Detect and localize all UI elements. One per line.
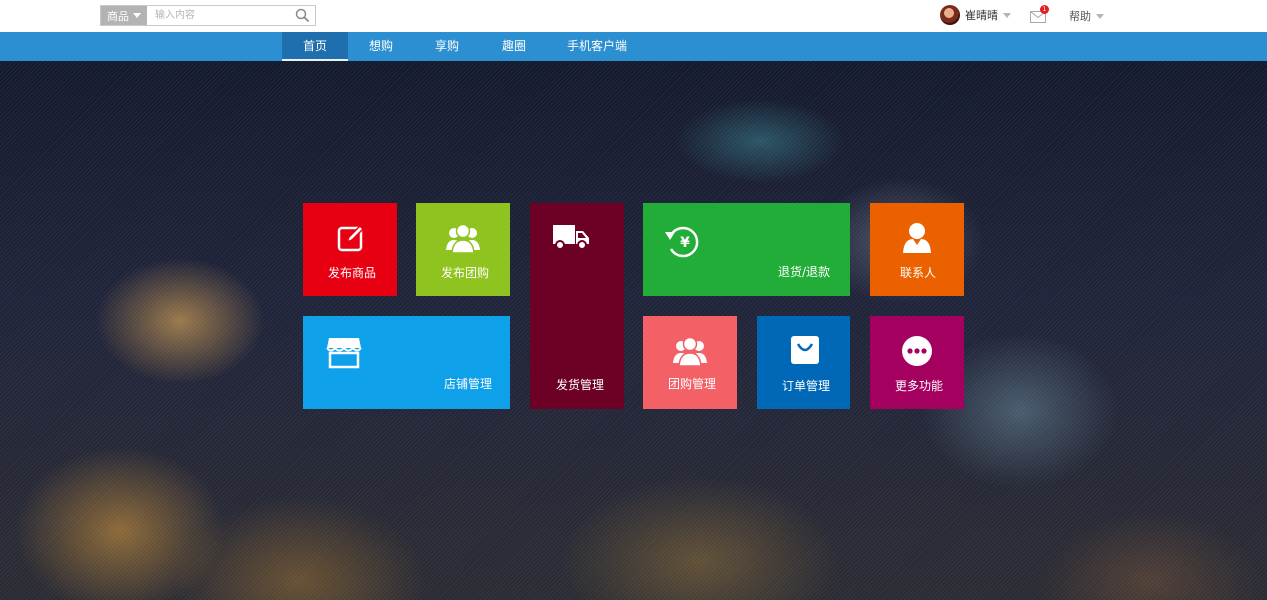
nav-item-circle[interactable]: 趣圈 [489, 32, 539, 61]
tile-label: 店铺管理 [444, 377, 493, 391]
search-icon [295, 8, 309, 23]
mail-button[interactable]: 1 [1030, 5, 1049, 23]
tile-label: 联系人 [900, 266, 937, 280]
top-bar: 商品 崔晴晴 1 帮助 [0, 0, 1267, 32]
user-name: 崔晴晴 [965, 9, 998, 22]
tile-label: 发货管理 [556, 378, 605, 392]
chevron-down-icon [133, 13, 141, 18]
chevron-down-icon [1096, 13, 1104, 19]
background-image [0, 61, 1267, 600]
help-menu[interactable]: 帮助 [1069, 8, 1104, 24]
tile-return-refund[interactable]: ¥ 退货/退款 [643, 203, 850, 296]
edit-icon [337, 224, 365, 252]
tile-label: 团购管理 [668, 377, 717, 391]
tile-label: 发布商品 [328, 266, 377, 280]
more-icon [902, 336, 932, 366]
nav-item-mobile[interactable]: 手机客户端 [562, 32, 632, 61]
nav-item-wish[interactable]: 想购 [356, 32, 406, 61]
avatar [940, 5, 960, 25]
group-icon [446, 223, 480, 254]
tile-more-functions[interactable]: 更多功能 [870, 316, 964, 409]
tile-publish-product[interactable]: 发布商品 [303, 203, 397, 296]
contact-icon [903, 223, 931, 253]
search-button[interactable] [289, 6, 315, 25]
tile-publish-groupbuy[interactable]: 发布团购 [416, 203, 510, 296]
store-icon [326, 338, 362, 369]
tile-label: 订单管理 [782, 379, 831, 393]
notification-badge: 1 [1040, 5, 1049, 14]
main-nav: 首页 想购 享购 趣圈 手机客户端 [0, 32, 1267, 61]
svg-text:¥: ¥ [680, 235, 690, 251]
tile-label: 更多功能 [895, 379, 944, 393]
refund-icon: ¥ [665, 226, 699, 258]
chevron-down-icon [1003, 12, 1011, 18]
group-icon [673, 336, 707, 367]
tile-contacts[interactable]: 联系人 [870, 203, 964, 296]
help-label: 帮助 [1069, 10, 1091, 23]
user-menu[interactable]: 崔晴晴 [940, 5, 1011, 25]
tile-shipping-management[interactable]: 发货管理 [530, 203, 624, 409]
search-category-label: 商品 [107, 9, 129, 23]
tile-order-management[interactable]: 订单管理 [757, 316, 850, 409]
tile-groupbuy-management[interactable]: 团购管理 [643, 316, 737, 409]
search-category-select[interactable]: 商品 [101, 6, 147, 25]
tile-store-management[interactable]: 店铺管理 [303, 316, 510, 409]
tile-label: 退货/退款 [778, 265, 831, 279]
nav-item-enjoy[interactable]: 享购 [422, 32, 472, 61]
truck-icon [553, 225, 589, 250]
tile-label: 发布团购 [441, 266, 490, 280]
search-box: 商品 [100, 5, 316, 26]
shopping-bag-icon [791, 336, 819, 364]
nav-item-home[interactable]: 首页 [282, 32, 348, 61]
search-input[interactable] [147, 6, 289, 25]
